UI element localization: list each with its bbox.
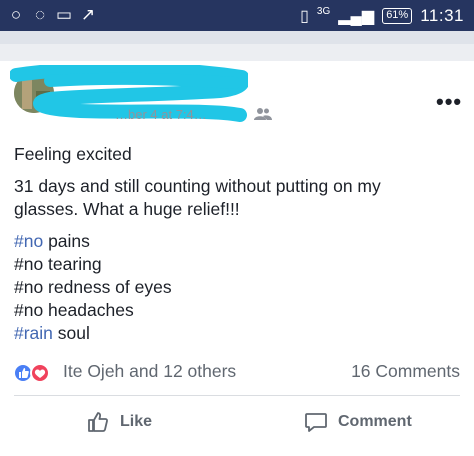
battery-indicator: 61% [382,7,413,24]
reaction-icons[interactable] [13,363,57,383]
comment-button[interactable]: Comment [304,407,412,437]
comment-bubble-icon [305,413,327,432]
actions-divider [14,395,460,396]
vibrate-icon: ▯ [300,7,309,25]
missed-call-icon: ↗ [80,5,96,24]
thumbs-up-icon [88,412,108,432]
whatsapp-icon: ◌ [34,5,46,24]
status-bar: ○ ◌ ▭ ↗ ▯ 3G ▂▄▆ 61% 11:31 [0,0,474,31]
post-body-line-1: 31 days and still counting without putti… [14,176,381,196]
reaction-summary[interactable]: Ite Ojeh and 12 others [63,361,236,382]
feed-separator-inner [0,44,474,61]
hashtag-link[interactable]: #rain [14,323,53,343]
message-icon: ▭ [55,5,73,24]
more-options-icon[interactable]: ••• [436,89,462,115]
feeling-text: Feeling excited [14,144,132,164]
comments-count[interactable]: 16 Comments [351,361,460,382]
like-label: Like [120,413,153,430]
network-type: 3G [316,6,331,17]
hashtag-link[interactable]: #no [14,231,43,251]
hashtag-line-3: #no redness of eyes [14,277,172,297]
notification-icon: ○ [10,5,22,24]
hashtag-line-5: #rain soul [14,322,90,345]
comment-label: Comment [338,413,412,430]
hashtag-line-1: #no pains [14,230,90,253]
post-card: …ber 4 at 7:4… ••• Feeling excited 31 da… [0,61,474,456]
like-button[interactable]: Like [86,407,152,437]
post-body-line-2: glasses. What a huge relief!!! [14,199,240,219]
post-timestamp[interactable]: …ber 4 at 7:4… [115,107,207,122]
hashtag-line-4: #no headaches [14,300,134,320]
signal-icon: ▂▄▆ [338,7,375,25]
hashtag-line-2: #no tearing [14,254,102,274]
love-reaction-icon [30,363,50,383]
hashtag-line-text: soul [52,323,90,343]
status-bar-system: ▯ 3G ▂▄▆ 61% 11:31 [300,0,464,31]
friends-icon [254,108,272,120]
hashtag-line-text: pains [43,231,90,251]
status-bar-notifications: ○ ◌ ▭ ↗ [6,5,98,25]
clock: 11:31 [420,5,464,25]
